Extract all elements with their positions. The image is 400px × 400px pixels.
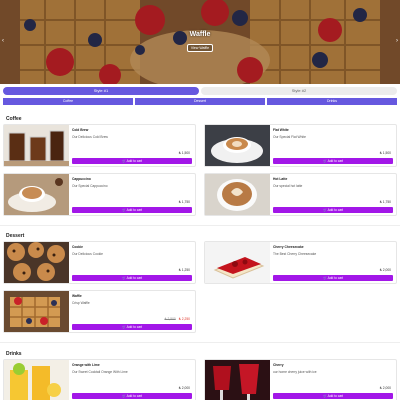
product-card: Cookie Our Delicious Cookie ₺ 1,250 🛒 Ad… (3, 241, 196, 284)
product-description: Our Special Cappuccino (72, 184, 108, 188)
add-to-cart-button[interactable]: 🛒 Add to cart (273, 207, 393, 213)
product-card: Orange with Lime Our Sweet Cocktail Oran… (3, 359, 196, 400)
add-to-cart-button[interactable]: 🛒 Add to cart (72, 324, 192, 330)
product-image (205, 242, 270, 283)
product-name: Cherry (273, 363, 284, 367)
add-to-cart-button[interactable]: 🛒 Add to cart (273, 275, 393, 281)
hero-view-button[interactable]: View Waffle (187, 44, 213, 52)
product-name: Cappuccino (72, 177, 91, 181)
product-description: our home cherry juice with ice (273, 370, 317, 374)
product-price: ₺ 1,750 (379, 200, 391, 204)
section-divider (0, 342, 400, 343)
add-to-cart-button[interactable]: 🛒 Add to cart (273, 158, 393, 164)
product-price: ₺ 2,000 (178, 386, 190, 390)
product-description: Our Sweet Cocktail Orange With Lime (72, 370, 128, 374)
product-image (205, 360, 270, 400)
tab-drinks[interactable]: Drinks (267, 98, 397, 105)
section-title-coffee: Coffee (6, 116, 22, 122)
product-name: Cold Brew (72, 128, 89, 132)
product-price: ₺ 2,000 (379, 386, 391, 390)
tab-style-2[interactable]: Style #2 (201, 87, 397, 95)
hero-title: Waffle (189, 31, 211, 38)
product-description: The Best Cherry Cheesecake (273, 252, 317, 256)
add-to-cart-button[interactable]: 🛒 Add to cart (72, 207, 192, 213)
hero-prev-arrow-icon[interactable]: ‹ (2, 38, 4, 44)
section-title-drinks: Drinks (6, 351, 22, 357)
product-description: Our Special Flat White (273, 135, 306, 139)
hero-banner: ‹ › Waffle View Waffle (0, 0, 400, 84)
menu-page: ‹ › Waffle View Waffle Style #1 Style #2… (0, 0, 400, 400)
product-name: Hot Latte (273, 177, 288, 181)
category-tabs: Coffee Dessert Drinks (3, 98, 397, 105)
style-tabs: Style #1 Style #2 (3, 87, 397, 95)
product-image (4, 125, 69, 166)
product-sale-price: ₺ 2,250 (178, 317, 190, 321)
product-image (4, 242, 69, 283)
product-price: ₺ 1,250 (178, 268, 190, 272)
product-card: Hot Latte Our special hot latte ₺ 1,750 … (204, 173, 397, 216)
product-old-price: ₺ 2,500 (164, 317, 176, 321)
hero-waffle-image (0, 0, 400, 84)
product-card: Cherry Cheesecake The Best Cherry Cheese… (204, 241, 397, 284)
tab-dessert[interactable]: Dessert (135, 98, 265, 105)
product-name: Cherry Cheesecake (273, 245, 304, 249)
product-card: Cold Brew Our Delicious Cold Brew ₺ 1,50… (3, 124, 196, 167)
product-card: Cherry our home cherry juice with ice ₺ … (204, 359, 397, 400)
product-image (4, 174, 69, 215)
hero-next-arrow-icon[interactable]: › (396, 38, 398, 44)
product-description: Our Delicious Cold Brew (72, 135, 108, 139)
product-name: Orange with Lime (72, 363, 100, 367)
tab-style-1[interactable]: Style #1 (3, 87, 199, 95)
product-price: ₺ 2,000 (379, 268, 391, 272)
product-name: Flat White (273, 128, 289, 132)
product-description: Our Delicious Cookie (72, 252, 103, 256)
add-to-cart-button[interactable]: 🛒 Add to cart (72, 275, 192, 281)
add-to-cart-button[interactable]: 🛒 Add to cart (72, 158, 192, 164)
product-image (205, 125, 270, 166)
section-title-dessert: Dessert (6, 233, 25, 239)
product-price: ₺ 1,750 (178, 200, 190, 204)
product-card: Cappuccino Our Special Cappuccino ₺ 1,75… (3, 173, 196, 216)
product-description: Crisp Waffle (72, 301, 90, 305)
product-price: ₺ 2,500 ₺ 2,250 (164, 317, 190, 321)
product-image (4, 291, 69, 332)
add-to-cart-button[interactable]: 🛒 Add to cart (72, 393, 192, 399)
product-name: Waffle (72, 294, 82, 298)
product-image (205, 174, 270, 215)
product-image (4, 360, 69, 400)
product-card: Waffle Crisp Waffle ₺ 2,500 ₺ 2,250 🛒 Add… (3, 290, 196, 333)
product-price: ₺ 1,500 (379, 151, 391, 155)
product-description: Our special hot latte (273, 184, 303, 188)
tab-coffee[interactable]: Coffee (3, 98, 133, 105)
add-to-cart-button[interactable]: 🛒 Add to cart (273, 393, 393, 399)
section-divider (0, 225, 400, 226)
product-card: Flat White Our Special Flat White ₺ 1,50… (204, 124, 397, 167)
product-name: Cookie (72, 245, 83, 249)
product-price: ₺ 1,500 (178, 151, 190, 155)
